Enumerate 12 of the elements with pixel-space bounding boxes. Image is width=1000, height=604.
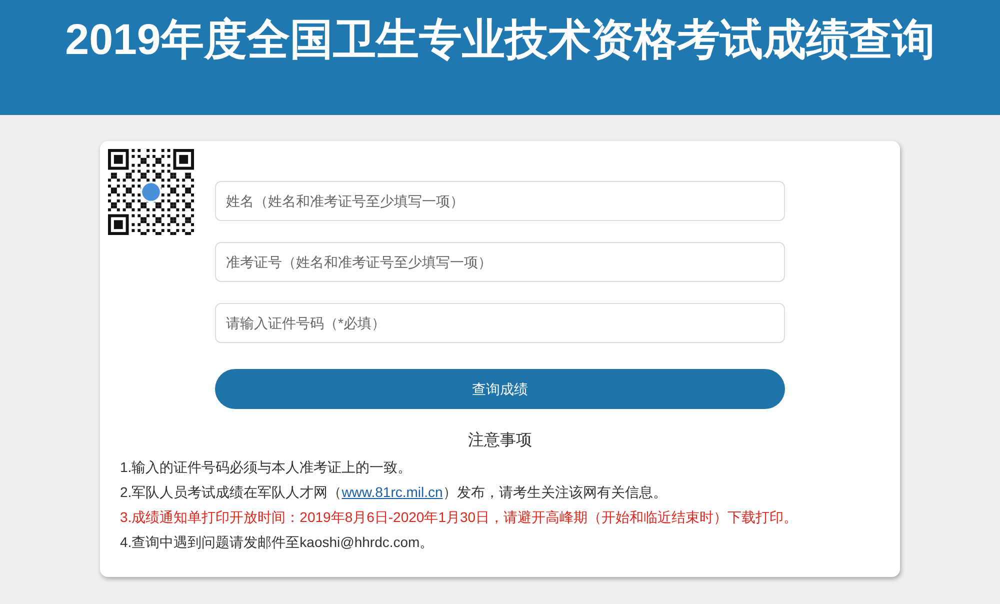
note-text: ）发布，请考生关注该网有关信息。 [442, 483, 667, 502]
input-field[interactable]: 准考证号（姓名和准考证号至少填写一项） [215, 242, 785, 282]
note-text: 3.成绩通知单打印开放时间：2019年8月6日-2020年1月30日，请避开高峰期（开始和临近结束时）下载打印。 [120, 508, 798, 527]
query-button[interactable]: 查询成绩 [215, 369, 785, 409]
page-title: 2019年度全国卫生专业技术资格考试成绩查询 [65, 15, 935, 66]
input-field[interactable]: 请输入证件号码（*必填） [215, 303, 785, 343]
website-link[interactable]: www.81rc.mil.cn [342, 480, 443, 505]
note-text: 1.输入的证件号码必须与本人准考证上的一致。 [120, 458, 412, 477]
input-field[interactable]: 姓名（姓名和准考证号至少填写一项） [215, 181, 785, 221]
note-text: 2.军队人员考试成绩在军队人才网（ [120, 483, 342, 502]
notes-title: 注意事项 [467, 431, 533, 451]
note-text: 4.查询中遇到问题请发邮件至kaoshi@hhrdc.com。 [120, 533, 434, 552]
